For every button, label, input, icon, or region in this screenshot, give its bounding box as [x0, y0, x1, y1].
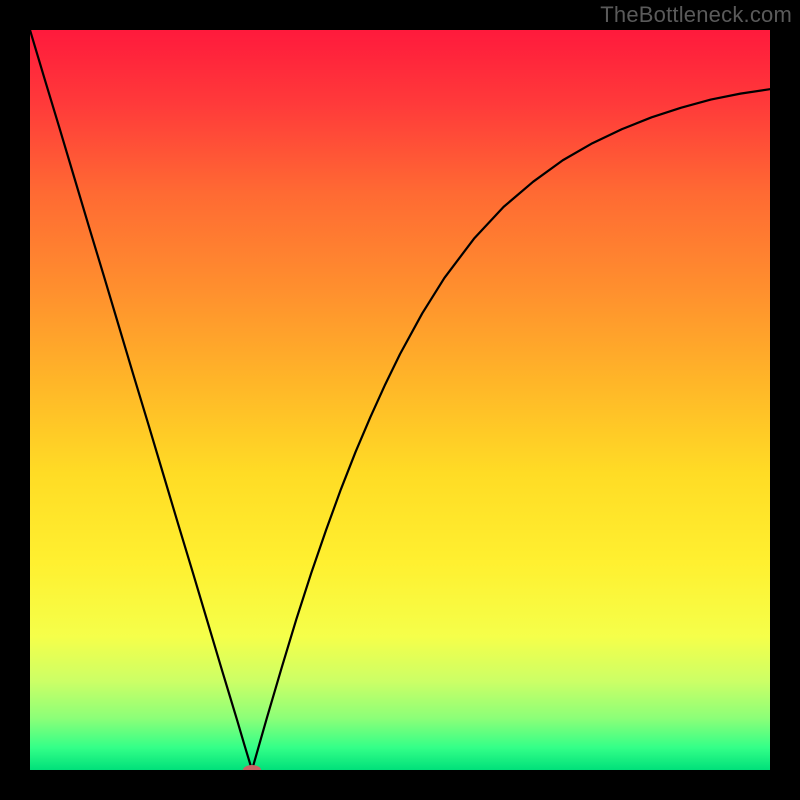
- chart-frame: TheBottleneck.com: [0, 0, 800, 800]
- bottleneck-chart: [30, 30, 770, 770]
- attribution-label: TheBottleneck.com: [600, 2, 792, 28]
